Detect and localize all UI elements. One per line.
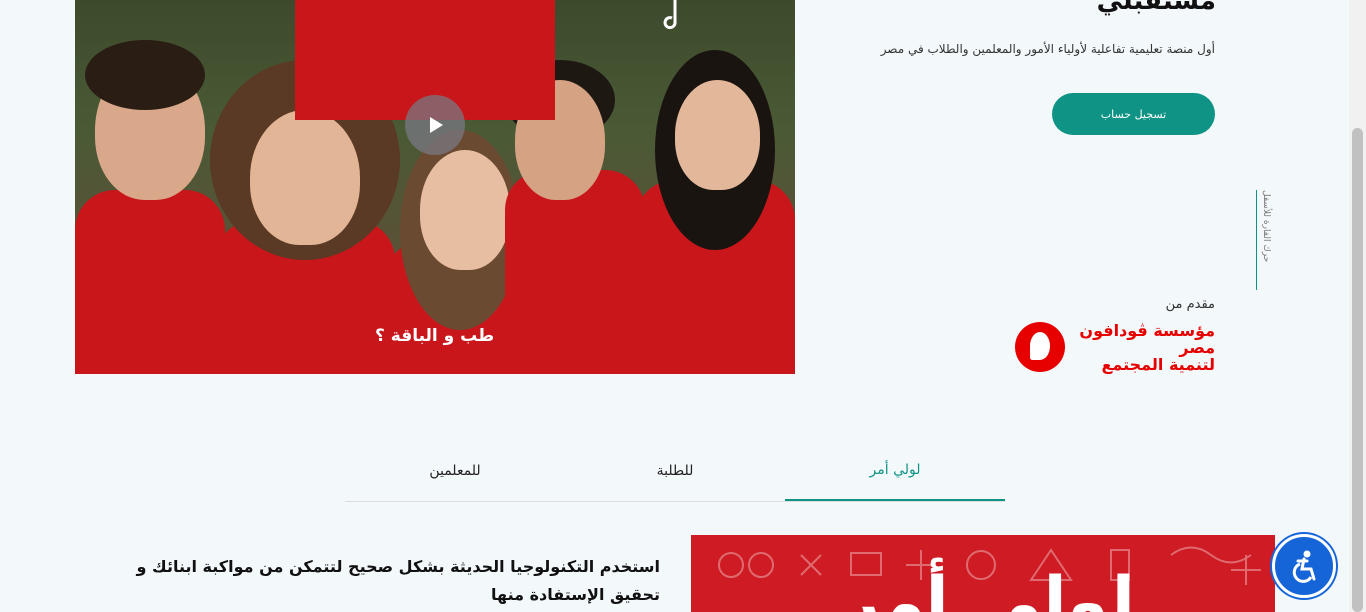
presented-by-label: مقدم من bbox=[1165, 297, 1215, 312]
tab-parent[interactable]: لولي أمر bbox=[785, 440, 1005, 501]
sponsor-line: مؤسسة ڤودافون bbox=[1079, 321, 1215, 340]
play-button[interactable] bbox=[405, 95, 465, 155]
play-icon bbox=[430, 117, 443, 133]
music-note-icon bbox=[663, 0, 677, 30]
tab-content-description: استخدم التكنولوجيا الحديثة بشكل صحيح لتت… bbox=[136, 557, 660, 604]
parent-banner: لولي أمر bbox=[691, 535, 1275, 612]
vodafone-logo bbox=[1015, 322, 1065, 372]
sponsor-line: مصر bbox=[1179, 338, 1215, 357]
audience-tabs: للمعلمين للطلبة لولي أمر bbox=[345, 440, 1005, 502]
sponsor-line: لتنمية المجتمع bbox=[1101, 355, 1215, 374]
video-figure bbox=[85, 40, 205, 110]
video-figure bbox=[250, 110, 360, 245]
tab-students[interactable]: للطلبة bbox=[565, 440, 785, 501]
register-button[interactable]: تسجيل حساب bbox=[1052, 93, 1215, 135]
accessibility-button[interactable] bbox=[1272, 534, 1336, 598]
video-figure bbox=[75, 190, 225, 374]
scrollbar-thumb[interactable] bbox=[1352, 128, 1363, 612]
banner-title: لولي أمر bbox=[841, 563, 1135, 612]
sponsor-name: مؤسسة ڤودافون مصر لتنمية المجتمع bbox=[1079, 322, 1215, 373]
hero-subtitle: أول منصة تعليمية تفاعلية لأولياء الأمور … bbox=[880, 42, 1215, 56]
video-figure bbox=[420, 150, 510, 270]
tab-teachers[interactable]: للمعلمين bbox=[345, 440, 565, 501]
hero-video[interactable]: طب و الباقة ؟ bbox=[75, 0, 795, 374]
page-title: مستقبلي bbox=[1096, 0, 1216, 16]
video-figure bbox=[505, 170, 645, 374]
video-caption: طب و الباقة ؟ bbox=[375, 326, 495, 346]
accessibility-icon bbox=[1292, 550, 1316, 583]
page-scrollbar[interactable] bbox=[1349, 0, 1366, 612]
scroll-hint: حرك الفارة للأسفل bbox=[1256, 190, 1276, 290]
video-figure bbox=[675, 80, 760, 190]
scroll-hint-label: حرك الفارة للأسفل bbox=[1261, 190, 1271, 263]
